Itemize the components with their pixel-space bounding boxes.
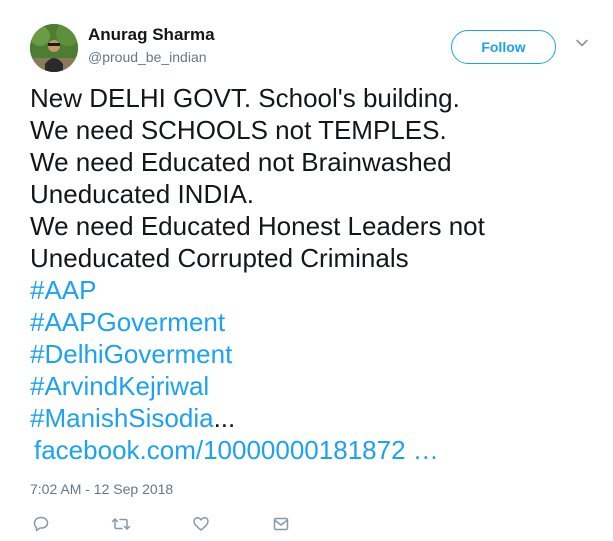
tweet-header: Anurag Sharma @proud_be_indian Follow (30, 22, 600, 74)
hashtag-link[interactable]: #AAP (30, 275, 97, 305)
hashtag-link[interactable]: #AAPGoverment (30, 307, 225, 337)
tweet-text: New DELHI GOVT. School's building. We ne… (30, 82, 600, 466)
tweet-line: Uneducated Corrupted Criminals (30, 243, 409, 273)
user-name[interactable]: Anurag Sharma (88, 25, 215, 45)
heart-icon (193, 517, 209, 531)
hashtag-link[interactable]: #ArvindKejriwal (30, 371, 209, 401)
external-link[interactable]: facebook.com/10000000181872 … (30, 435, 439, 465)
chevron-down-icon[interactable] (575, 36, 589, 50)
direct-message-button[interactable] (270, 514, 292, 534)
reply-icon (33, 516, 49, 532)
tweet-timestamp[interactable]: 7:02 AM - 12 Sep 2018 (30, 481, 173, 497)
tweet-line: Uneducated INDIA. (30, 179, 255, 209)
tweet-line: We need Educated not Brainwashed (30, 147, 452, 177)
follow-button[interactable]: Follow (451, 30, 556, 64)
tweet-line: We need SCHOOLS not TEMPLES. (30, 115, 447, 145)
tweet-actions (30, 514, 330, 534)
hashtag-link[interactable]: #ManishSisodia (30, 403, 214, 433)
hashtag-link[interactable]: #DelhiGoverment (30, 339, 232, 369)
like-button[interactable] (190, 514, 212, 534)
avatar[interactable] (30, 24, 78, 72)
reply-button[interactable] (30, 514, 52, 534)
tweet-line: New DELHI GOVT. School's building. (30, 83, 460, 113)
envelope-icon (273, 517, 289, 531)
retweet-button[interactable] (110, 514, 132, 534)
avatar-photo (30, 24, 78, 72)
retweet-icon (111, 518, 131, 530)
user-handle[interactable]: @proud_be_indian (88, 49, 207, 65)
tweet-line: We need Educated Honest Leaders not (30, 211, 485, 241)
truncation-ellipsis: ... (213, 403, 236, 433)
